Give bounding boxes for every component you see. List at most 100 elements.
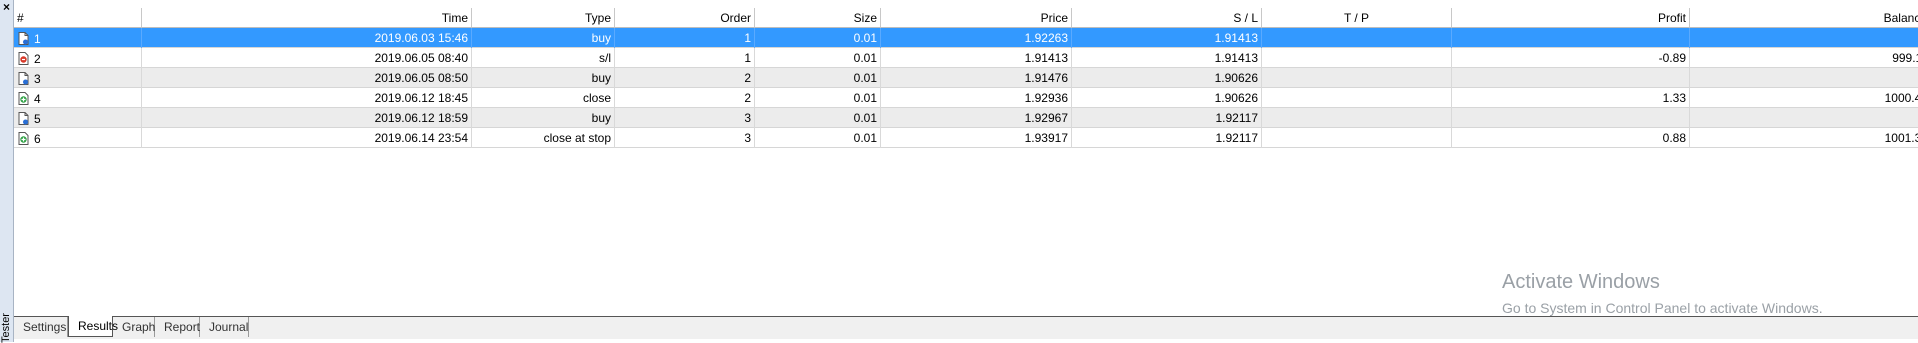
cell-order: 3 (615, 108, 755, 128)
cell-balance: 999.11 (1892, 51, 1918, 65)
tester-side-strip: × Tester (0, 0, 14, 343)
table-row[interactable]: 3 2019.06.05 08:50 buy 2 0.01 1.91476 1.90626 (14, 68, 1918, 88)
stop-loss-icon (18, 51, 29, 66)
row-number: 4 (34, 91, 41, 106)
col-header-tp[interactable]: T / P (1262, 8, 1452, 28)
cell-balance (1690, 68, 1918, 88)
tab-graph[interactable]: Graph (113, 317, 155, 337)
row-number: 3 (34, 71, 41, 86)
close-icon[interactable]: × (1, 1, 12, 13)
cell-order: 1 (615, 28, 755, 48)
table-row[interactable]: 5 2019.06.12 18:59 buy 3 0.01 1.92967 1.92117 (14, 108, 1918, 128)
cell-time: 2019.06.14 23:54 (142, 128, 472, 148)
tab-journal[interactable]: Journal (200, 317, 249, 337)
watermark-title: Activate Windows (1502, 271, 1660, 293)
cell-tp (1262, 68, 1452, 88)
cell-type: close at stop (472, 128, 615, 148)
cell-balance (1690, 28, 1918, 48)
cell-size: 0.01 (755, 128, 881, 148)
results-table: # Time Type Order Size Price S / L T / P… (14, 8, 1918, 148)
cell-profit: 1.33 (1452, 88, 1690, 108)
col-header-balance[interactable]: Balance (1690, 8, 1918, 28)
cell-number: 1 (14, 28, 142, 48)
cell-sl: 1.92117 (1072, 128, 1262, 148)
cell-sl: 1.90626 (1072, 68, 1262, 88)
watermark-subtitle: Go to System in Control Panel to activat… (1502, 300, 1823, 316)
cell-profit: 0.88 (1452, 128, 1690, 148)
cell-price: 1.93917 (881, 128, 1072, 148)
row-number: 1 (34, 31, 41, 46)
cell-price: 1.91413 (881, 48, 1072, 68)
row-number: 2 (34, 51, 41, 66)
cell-number: 3 (14, 68, 142, 88)
cell-time: 2019.06.03 15:46 (142, 28, 472, 48)
cell-number: 5 (14, 108, 142, 128)
tab-settings[interactable]: Settings (14, 317, 68, 337)
table-row[interactable]: 4 2019.06.12 18:45 close 2 0.01 1.92936 1.9062… (14, 88, 1918, 108)
cell-balance: 1001.32 (1884, 131, 1918, 145)
cell-time: 2019.06.05 08:40 (142, 48, 472, 68)
cell-type: s/l (472, 48, 615, 68)
cell-type: buy (472, 108, 615, 128)
tester-tab-bar: Settings Results Graph Report Journal (14, 316, 1918, 339)
cell-price: 1.92967 (881, 108, 1072, 128)
cell-tp (1262, 88, 1452, 108)
cell-time: 2019.06.12 18:59 (142, 108, 472, 128)
tab-report[interactable]: Report (155, 317, 200, 337)
cell-number: 2 (14, 48, 142, 68)
cell-sl: 1.91413 (1072, 28, 1262, 48)
cell-sl: 1.90626 (1072, 88, 1262, 108)
table-row[interactable]: 2 2019.06.05 08:40 s/l 1 0.01 1.91413 1.91413-… (14, 48, 1918, 68)
cell-order: 2 (615, 88, 755, 108)
cell-tp (1262, 48, 1452, 68)
col-header-time[interactable]: Time (142, 8, 472, 28)
cell-balance: 1000.44 (1884, 91, 1918, 105)
table-row[interactable]: 6 2019.06.14 23:54 close at stop 3 0.01 1.939… (14, 128, 1918, 148)
cell-type: buy (472, 28, 615, 48)
col-header-order[interactable]: Order (615, 8, 755, 28)
cell-tp (1262, 108, 1452, 128)
col-header-number[interactable]: # (14, 8, 142, 28)
cell-profit: -0.89 (1452, 48, 1690, 68)
cell-size: 0.01 (755, 28, 881, 48)
cell-price: 1.91476 (881, 68, 1072, 88)
col-header-price[interactable]: Price (881, 8, 1072, 28)
cell-profit (1452, 28, 1690, 48)
col-header-size[interactable]: Size (755, 8, 881, 28)
buy-order-icon (18, 111, 29, 126)
cell-sl: 1.91413 (1072, 48, 1262, 68)
col-header-profit[interactable]: Profit (1452, 8, 1690, 28)
cell-profit (1452, 68, 1690, 88)
row-number: 6 (34, 131, 41, 146)
cell-sl: 1.92117 (1072, 108, 1262, 128)
cell-size: 0.01 (755, 108, 881, 128)
close-order-icon (18, 131, 29, 146)
buy-order-icon (18, 71, 29, 86)
row-number: 5 (34, 111, 41, 126)
cell-profit (1452, 108, 1690, 128)
close-order-icon (18, 91, 29, 106)
table-header: # Time Type Order Size Price S / L T / P… (14, 8, 1918, 28)
cell-order: 1 (615, 48, 755, 68)
cell-type: buy (472, 68, 615, 88)
table-row[interactable]: 1 2019.06.03 15:46 buy 1 0.01 1.92263 1.91413 (14, 28, 1918, 48)
cell-time: 2019.06.05 08:50 (142, 68, 472, 88)
cell-type: close (472, 88, 615, 108)
tab-results[interactable]: Results (68, 316, 118, 337)
cell-price: 1.92263 (881, 28, 1072, 48)
cell-tp (1262, 128, 1452, 148)
cell-tp (1262, 28, 1452, 48)
col-header-sl[interactable]: S / L (1072, 8, 1262, 28)
cell-time: 2019.06.12 18:45 (142, 88, 472, 108)
cell-size: 0.01 (755, 48, 881, 68)
cell-size: 0.01 (755, 88, 881, 108)
buy-order-icon (18, 31, 29, 46)
col-header-type[interactable]: Type (472, 8, 615, 28)
cell-number: 6 (14, 128, 142, 148)
cell-order: 3 (615, 128, 755, 148)
cell-price: 1.92936 (881, 88, 1072, 108)
cell-order: 2 (615, 68, 755, 88)
cell-size: 0.01 (755, 68, 881, 88)
tester-panel-label: Tester (0, 313, 12, 343)
windows-activation-watermark: Activate Windows Go to System in Control… (1502, 270, 1823, 318)
